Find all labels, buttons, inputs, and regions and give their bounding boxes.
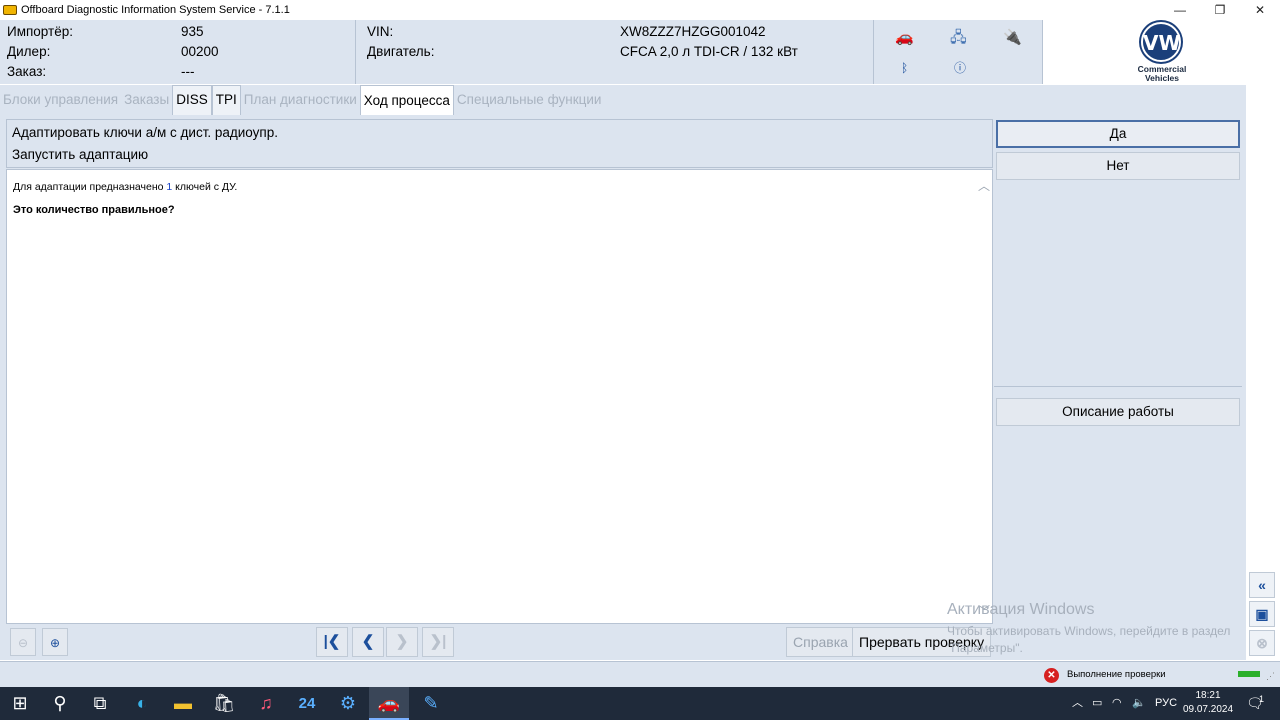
start-icon[interactable]: ⊞ bbox=[0, 687, 40, 720]
importer-label: Импортёр: bbox=[7, 24, 73, 39]
odis-taskbar-icon[interactable]: 🚗 bbox=[369, 687, 409, 720]
settings-gear-icon[interactable]: ⚙ bbox=[328, 687, 368, 720]
tab-diagnostic-plan[interactable]: План диагностики bbox=[241, 85, 360, 115]
info-icon[interactable]: ⓘ bbox=[954, 60, 966, 76]
network-icon[interactable]: 🖧 bbox=[950, 30, 967, 46]
clock-time: 18:21 bbox=[1195, 690, 1221, 701]
adaptation-info-text: Для адаптации предназначено 1 ключей с Д… bbox=[13, 181, 238, 193]
bottom-toolbar: ⊖ ⊕ |❮ ❮ ❯ ❯| Справка Прервать проверку bbox=[6, 624, 993, 660]
edge-icon[interactable]: ◐ bbox=[122, 687, 162, 720]
tab-tpi[interactable]: TPI bbox=[211, 85, 241, 115]
bluetooth-icon[interactable]: ᛒ bbox=[901, 60, 908, 76]
vin-label: VIN: bbox=[367, 24, 394, 39]
vehicle-icon[interactable]: 🚗 bbox=[895, 30, 914, 46]
vehicle-header: Импортёр: 935 Дилер: 00200 Заказ: --- VI… bbox=[0, 20, 1280, 84]
no-button[interactable]: Нет bbox=[996, 152, 1240, 180]
instruction-title: Адаптировать ключи а/м с дист. радиоупр. bbox=[12, 125, 278, 140]
last-step-icon[interactable]: ❯| bbox=[422, 627, 454, 657]
app-icon bbox=[3, 5, 17, 15]
wifi-icon[interactable]: ◠ bbox=[1112, 687, 1122, 720]
tab-process[interactable]: Ход процесса bbox=[359, 85, 454, 115]
first-step-icon[interactable]: |❮ bbox=[316, 627, 348, 657]
logo-text-vehicles: Vehicles bbox=[1144, 73, 1180, 83]
volume-icon[interactable]: 🔈 bbox=[1132, 687, 1146, 720]
close-button[interactable]: ✕ bbox=[1240, 0, 1280, 20]
order-label: Заказ: bbox=[7, 64, 47, 79]
vw-logo: VW Commercial Vehicles bbox=[1042, 20, 1280, 84]
collapse-panel-icon[interactable]: « bbox=[1249, 572, 1275, 598]
system-clock[interactable]: 18:21 09.07.2024 bbox=[1180, 689, 1236, 717]
clock-date: 09.07.2024 bbox=[1182, 704, 1234, 715]
instruction-step: Запустить адаптацию bbox=[12, 147, 149, 162]
resize-grip-icon[interactable]: ⋰ bbox=[1266, 671, 1275, 682]
engine-label: Двигатель: bbox=[367, 44, 435, 59]
scroll-up-icon[interactable]: ︿ bbox=[978, 177, 990, 194]
order-value: --- bbox=[181, 64, 195, 79]
activation-watermark-title: Активация Windows bbox=[947, 601, 1095, 618]
windows-taskbar: ⊞ ⚲ ⧉ ◐ ▬ 🛍 ♫ 24 ⚙ 🚗 ✎ ︿ ▭ ◠ 🔈 РУС 18:21… bbox=[0, 687, 1280, 720]
zoom-in-icon[interactable]: ⊕ bbox=[42, 628, 68, 656]
vw-emblem-icon: VW bbox=[1141, 22, 1181, 62]
dealer-label: Дилер: bbox=[7, 44, 51, 59]
tray-chevron-icon[interactable]: ︿ bbox=[1072, 687, 1083, 720]
help-button[interactable]: Справка bbox=[786, 627, 855, 657]
activation-watermark-text: Чтобы активировать Windows, перейдите в … bbox=[947, 624, 1231, 655]
restore-button[interactable]: ❐ bbox=[1200, 0, 1240, 20]
side-tool-icons: « ▣ ⊗ bbox=[1249, 572, 1277, 659]
answer-panel: Да Нет bbox=[994, 119, 1242, 387]
search-icon[interactable]: ⚲ bbox=[40, 687, 80, 720]
next-step-icon[interactable]: ❯ bbox=[386, 627, 418, 657]
error-status-icon: ✕ bbox=[1044, 668, 1059, 683]
music-app-icon[interactable]: ♫ bbox=[246, 687, 286, 720]
pen-app-icon[interactable]: ✎ bbox=[411, 687, 451, 720]
instruction-panel: Адаптировать ключи а/м с дист. радиоупр.… bbox=[6, 119, 993, 168]
engine-value: CFCA 2,0 л TDI-CR / 132 кВт bbox=[620, 44, 798, 59]
yes-button[interactable]: Да bbox=[996, 120, 1240, 148]
tab-control-units[interactable]: Блоки управления bbox=[0, 85, 121, 115]
progress-indicator bbox=[1238, 671, 1260, 677]
status-bar: ✕ Выполнение проверки ⋰ bbox=[0, 661, 1280, 687]
battery-icon[interactable]: ▭ bbox=[1092, 687, 1102, 720]
previous-step-icon[interactable]: ❮ bbox=[352, 627, 384, 657]
work-description-button[interactable]: Описание работы bbox=[996, 398, 1240, 426]
minimize-button[interactable]: — bbox=[1160, 0, 1200, 20]
importer-value: 935 bbox=[181, 24, 204, 39]
window-frame-icon[interactable]: ▣ bbox=[1249, 601, 1275, 627]
tab-diss[interactable]: DISS bbox=[172, 85, 212, 115]
confirmation-question: Это количество правильное? bbox=[13, 204, 175, 216]
store-icon[interactable]: 🛍 bbox=[204, 687, 244, 720]
status-text: Выполнение проверки bbox=[1067, 669, 1166, 680]
vehicle-info-panel: VIN: XW8ZZZ7HZGG001042 Двигатель: CFCA 2… bbox=[360, 20, 874, 84]
task-view-icon[interactable]: ⧉ bbox=[80, 687, 120, 720]
window-titlebar: Offboard Diagnostic Information System S… bbox=[0, 0, 1280, 20]
cancel-icon[interactable]: ⊗ bbox=[1249, 630, 1275, 656]
zoom-out-icon[interactable]: ⊖ bbox=[10, 628, 36, 656]
file-explorer-icon[interactable]: ▬ bbox=[163, 687, 203, 720]
description-panel: Описание работы bbox=[994, 390, 1242, 624]
dealer-info-panel: Импортёр: 935 Дилер: 00200 Заказ: --- bbox=[0, 20, 356, 84]
dealer-value: 00200 bbox=[181, 44, 219, 59]
app-24-icon[interactable]: 24 bbox=[287, 687, 327, 720]
tab-orders[interactable]: Заказы bbox=[121, 85, 172, 115]
main-tabs: Блоки управления Заказы DISS TPI План ди… bbox=[0, 85, 1246, 115]
window-title: Offboard Diagnostic Information System S… bbox=[21, 4, 290, 16]
notification-count: 1 bbox=[1259, 694, 1265, 704]
language-indicator[interactable]: РУС bbox=[1155, 687, 1177, 720]
diagnostic-connector-icon[interactable]: 🔌 bbox=[1003, 30, 1022, 46]
vin-value: XW8ZZZ7HZGG001042 bbox=[620, 24, 766, 39]
connection-status-icons: 🚗 🖧 🔌 ᛒ ⓘ bbox=[875, 20, 1041, 84]
content-panel: Для адаптации предназначено 1 ключей с Д… bbox=[6, 169, 993, 624]
tab-special-functions[interactable]: Специальные функции bbox=[454, 85, 605, 115]
